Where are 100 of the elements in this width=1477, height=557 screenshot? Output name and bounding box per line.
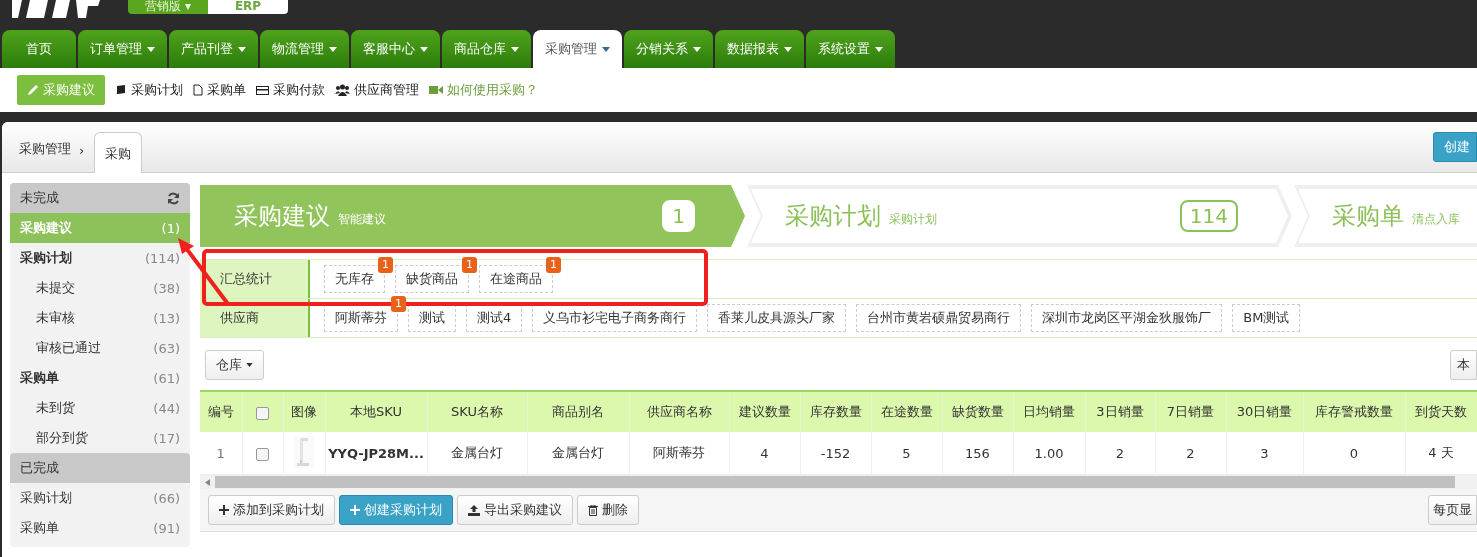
caret-icon [329,46,337,52]
action-button[interactable]: 添加到采购计划 [208,495,335,525]
caret-icon [147,46,155,52]
sidebar-item[interactable]: 采购单 (61) [10,363,190,393]
table-cell: 2 [1115,445,1125,461]
column-header: 图像 [291,404,317,419]
column-header: 库存警戒数量 [1315,404,1393,419]
breadcrumb-link[interactable]: 采购管理 [19,140,71,158]
table-cell: 156 [965,445,990,461]
table-cell: 2 [1186,445,1195,461]
sidebar-item[interactable]: 未到货 (44) [10,393,190,423]
table-cell: 0 [1349,445,1359,461]
nav-tab[interactable]: 分销关系 [624,30,713,68]
sidebar-item[interactable]: 部分到货 (17) [10,423,190,453]
count-badge: 1 [391,296,406,312]
table-cell: 5 [902,445,911,461]
column-header: 缺货数量 [951,404,1004,419]
scroll-left-icon[interactable] [205,478,210,486]
nav-tab[interactable]: 订单管理 [78,30,167,68]
file-icon [193,84,203,96]
table-cell: -152 [820,445,851,461]
filter-tag[interactable]: 香莱儿皮具源头厂家 [707,304,847,332]
step-subtitle: 清点入库 [1412,210,1460,228]
sidebar-item[interactable]: 未提交 (38) [10,273,190,303]
count-badge: 1 [662,200,695,232]
toolbar-button[interactable]: 本 [1450,350,1477,380]
table-cell: YYQ-JP28M... [328,445,424,461]
column-header: 3日销量 [1096,404,1144,419]
column-header: 日均销量 [1023,404,1075,419]
count-badge: 1 [546,257,561,273]
sidebar-item[interactable]: 未审核 (13) [10,303,190,333]
subnav-item[interactable]: 采购计划 [115,75,183,105]
column-header: 建议数量 [738,404,791,419]
select-all-checkbox[interactable] [256,406,269,420]
table-cell: 1.00 [1034,445,1064,461]
nav-tab[interactable]: 商品仓库 [442,30,531,68]
filter-tag[interactable]: 测试4 [466,304,523,332]
book-icon [115,84,127,96]
caret-icon [693,46,701,52]
page-tab[interactable]: 采购 [94,132,143,173]
table-cell: 3 [1260,445,1269,461]
column-header: 在途数量 [880,404,933,419]
subnav-item[interactable]: 采购付款 [256,75,325,105]
nav-tab[interactable]: 客服中心 [351,30,440,68]
count-badge: 114 [1179,200,1238,232]
action-button[interactable]: 删除 [577,495,639,525]
table-cell: 4 [760,445,769,461]
nav-tab[interactable]: 数据报表 [715,30,804,68]
column-header: SKU名称 [451,404,503,419]
column-header: 供应商名称 [646,404,712,419]
sidebar-item[interactable]: 采购计划 (66) [10,483,190,513]
caret-icon [602,46,610,52]
section-title: 未完成 [20,189,59,207]
filter-label: 汇总统计 [200,260,310,298]
refresh-icon[interactable] [167,191,180,205]
filter-tag[interactable]: 台州市黄岩硕鼎贸易商行 [856,304,1022,332]
column-header: 到货天数 [1415,404,1467,419]
pencil-icon [27,84,39,96]
filter-tag[interactable]: 测试 [408,304,456,332]
nav-tab[interactable]: 系统设置 [806,30,895,68]
video-camera-icon [429,85,443,95]
breadcrumb-separator: › [79,143,85,158]
sidebar-item[interactable]: 采购单 (91) [10,513,190,543]
caret-icon [420,46,428,52]
sidebar-item[interactable]: 审核已通过 (63) [10,333,190,363]
table-cell: 1 [216,445,225,461]
plus-icon [350,505,360,515]
table-cell: 阿斯蒂芬 [653,445,705,460]
nav-tab[interactable]: 首页 [2,30,76,68]
column-header: 库存数量 [809,404,862,419]
step-title: 采购计划 [785,201,881,232]
row-checkbox[interactable] [256,447,269,461]
plus-icon [219,505,229,515]
count-badge: 1 [378,257,393,273]
filter-tag[interactable]: 深圳市龙岗区平湖金狄服饰厂 [1031,304,1223,332]
action-button[interactable]: 导出采购建议 [457,495,573,525]
section-title: 已完成 [20,459,59,477]
table-cell: 金属台灯 [451,445,503,460]
caret-icon [511,46,519,52]
column-header: 本地SKU [350,404,402,419]
nav-tab[interactable]: 采购管理 [533,30,622,68]
trash-icon [588,504,598,516]
subnav-item[interactable]: 供应商管理 [335,75,419,105]
caret-icon [784,46,792,52]
step-title: 采购单 [1332,201,1404,232]
column-header: 编号 [207,404,234,419]
filter-tag[interactable]: BM测试 [1232,304,1301,332]
step-subtitle: 采购计划 [889,210,937,228]
scrollbar-thumb[interactable] [215,476,1455,488]
nav-tab[interactable]: 产品刊登 [169,30,258,68]
caret-icon [238,46,246,52]
subnav-item[interactable]: 采购单 [193,75,246,105]
nav-tab[interactable]: 物流管理 [260,30,349,68]
warehouse-dropdown[interactable]: 仓库 [205,350,264,380]
caret-icon [246,363,253,367]
filter-tag[interactable]: 义乌市衫宅电子商务商行 [532,304,698,332]
sidebar-item[interactable]: 采购计划 (114) [10,243,190,273]
table-cell: 金属台灯 [552,445,604,460]
upload-icon [468,504,480,516]
page-size-dropdown[interactable]: 每页显 [1428,495,1477,525]
